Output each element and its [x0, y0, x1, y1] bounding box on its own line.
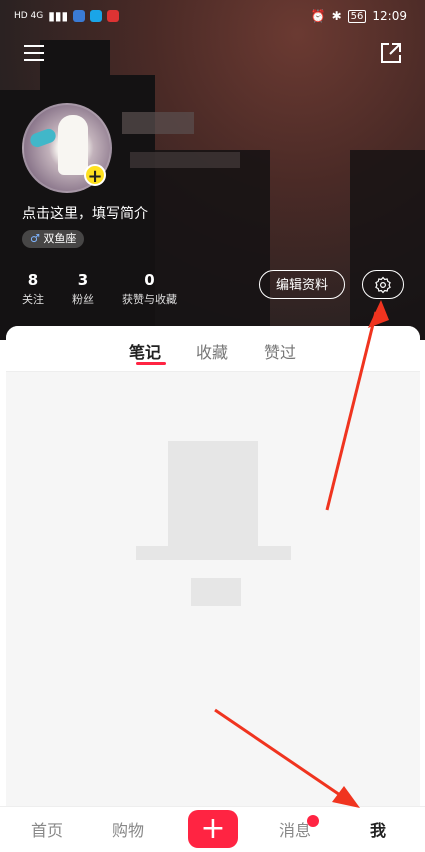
app-notification-icon [73, 10, 86, 22]
app-notification-icon [107, 10, 120, 22]
post-button[interactable]: + [188, 810, 238, 848]
stat-following[interactable]: 8 关注 [22, 271, 44, 307]
avatar-detail [28, 126, 58, 150]
tab-notes[interactable]: 笔记 [129, 339, 161, 363]
content-panel: 笔记 收藏 赞过 [6, 326, 420, 806]
network-label: HD 4G [14, 11, 44, 21]
bluetooth-icon: ✱ [331, 9, 342, 23]
avatar-detail [58, 115, 88, 175]
alarm-icon: ⏰ [310, 9, 326, 23]
zodiac-label: 双鱼座 [43, 232, 77, 245]
zodiac-tag: ♂ 双鱼座 [22, 230, 85, 248]
gear-icon [375, 276, 391, 293]
plus-icon[interactable]: + [84, 164, 106, 187]
empty-state-text-pixelated [136, 546, 291, 560]
gender-icon: ♂ [30, 232, 40, 245]
bio-placeholder[interactable]: 点击这里，填写简介 [22, 203, 148, 223]
share-icon[interactable] [380, 42, 402, 68]
stat-value: 0 [144, 271, 155, 289]
nav-me[interactable]: 我 [370, 817, 386, 841]
profile-tabs: 笔记 收藏 赞过 [6, 326, 420, 372]
settings-button[interactable] [362, 270, 404, 299]
stat-likes-collects[interactable]: 0 获赞与收藏 [122, 271, 177, 307]
status-right: ⏰ ✱ 56 12:09 [311, 9, 407, 23]
stat-value: 3 [77, 271, 89, 289]
signal-icon: ▮▮▮ [48, 9, 69, 23]
empty-state-icon-pixelated [168, 441, 258, 551]
empty-state-button-pixelated [191, 578, 241, 606]
stat-label: 关注 [22, 293, 44, 306]
nav-messages[interactable]: 消息 [279, 817, 311, 841]
username-pixelated [122, 112, 194, 134]
user-id-pixelated [130, 152, 240, 168]
building-silhouette [150, 150, 270, 340]
tab-collections[interactable]: 收藏 [196, 339, 228, 363]
status-bar: HD 4G ▮▮▮ ⏰ ✱ 56 12:09 [0, 0, 425, 34]
status-left: HD 4G ▮▮▮ [14, 9, 120, 23]
nav-shop[interactable]: 购物 [112, 817, 144, 841]
stat-followers[interactable]: 3 粉丝 [72, 271, 94, 307]
edit-profile-button[interactable]: 编辑资料 [259, 270, 345, 299]
nav-home[interactable]: 首页 [31, 817, 63, 841]
tab-liked[interactable]: 赞过 [264, 339, 296, 363]
battery-indicator: 56 [347, 9, 367, 23]
clock: 12:09 [372, 9, 407, 23]
app-notification-icon [90, 10, 103, 22]
building-silhouette [350, 150, 425, 340]
tab-indicator [136, 362, 166, 365]
bottom-nav: 首页 购物 + 消息 我 [0, 806, 425, 852]
stat-value: 8 [27, 271, 39, 289]
menu-icon[interactable] [24, 44, 46, 66]
stat-label: 粉丝 [72, 293, 94, 306]
stat-label: 获赞与收藏 [122, 293, 177, 306]
